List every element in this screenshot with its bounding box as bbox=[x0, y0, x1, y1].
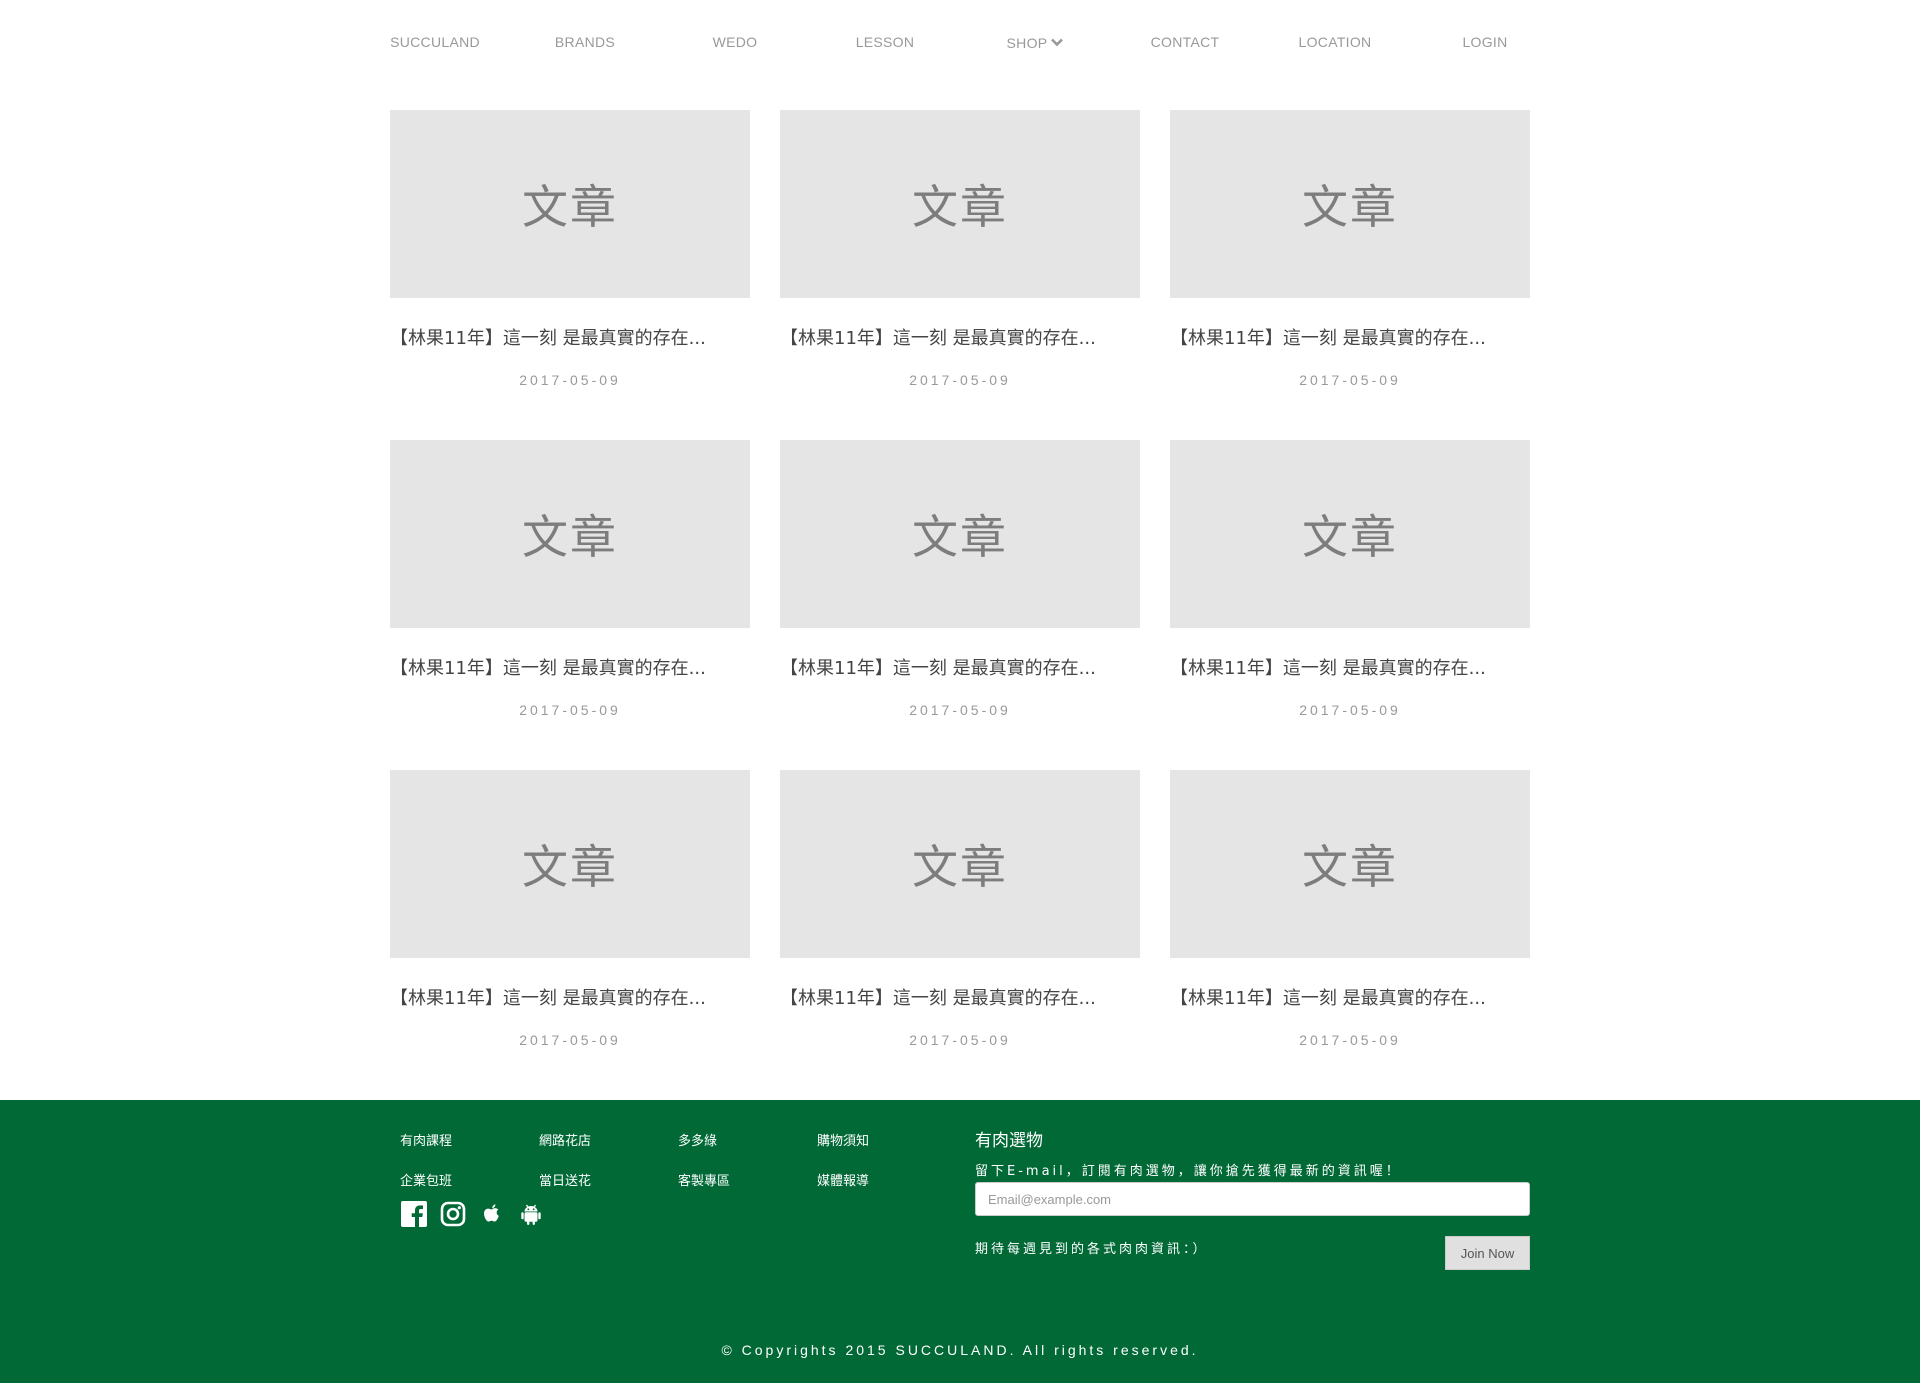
article-date: 2017-05-09 bbox=[519, 372, 621, 388]
article-title[interactable]: 【林果11年】這一刻 是最真實的存在... bbox=[390, 324, 750, 350]
thumbnail-label: 文章 bbox=[1302, 510, 1398, 564]
chevron-down-icon bbox=[1051, 34, 1064, 50]
thumbnail-label: 文章 bbox=[912, 510, 1008, 564]
article-card: 文章 【林果11年】這一刻 是最真實的存在... 2017-05-09 bbox=[780, 110, 1140, 388]
nav-label: BRANDS bbox=[554, 34, 616, 50]
article-thumbnail[interactable]: 文章 bbox=[780, 440, 1140, 628]
article-date: 2017-05-09 bbox=[519, 702, 621, 718]
article-thumbnail[interactable]: 文章 bbox=[1170, 770, 1530, 958]
article-title[interactable]: 【林果11年】這一刻 是最真實的存在... bbox=[780, 324, 1140, 350]
article-title[interactable]: 【林果11年】這一刻 是最真實的存在... bbox=[1170, 324, 1530, 350]
article-date: 2017-05-09 bbox=[519, 1032, 621, 1048]
nav-item-shop[interactable]: SHOP bbox=[960, 34, 1110, 51]
join-now-button[interactable]: Join Now bbox=[1445, 1236, 1530, 1270]
article-date: 2017-05-09 bbox=[1299, 702, 1401, 718]
nav-item-succuland[interactable]: SUCCULAND bbox=[360, 34, 510, 50]
instagram-icon[interactable] bbox=[439, 1200, 466, 1227]
footer-link-corporate-class[interactable]: 企業包班 bbox=[400, 1170, 452, 1189]
article-thumbnail[interactable]: 文章 bbox=[390, 110, 750, 298]
nav-label: SUCCULAND bbox=[390, 34, 480, 50]
article-date: 2017-05-09 bbox=[909, 1032, 1011, 1048]
email-input[interactable] bbox=[975, 1182, 1530, 1216]
nav-item-lesson[interactable]: LESSON bbox=[810, 34, 960, 50]
article-title[interactable]: 【林果11年】這一刻 是最真實的存在... bbox=[390, 654, 750, 680]
nav-item-brands[interactable]: BRANDS bbox=[510, 34, 660, 50]
footer-link-online-shop[interactable]: 網路花店 bbox=[539, 1130, 591, 1149]
footer-link-same-day-delivery[interactable]: 當日送花 bbox=[539, 1170, 591, 1189]
site-footer: 有肉課程 網路花店 多多綠 購物須知 企業包班 當日送花 客製專區 媒體報導 有… bbox=[0, 1100, 1920, 1383]
thumbnail-label: 文章 bbox=[912, 840, 1008, 894]
article-date: 2017-05-09 bbox=[1299, 1032, 1401, 1048]
thumbnail-label: 文章 bbox=[522, 180, 618, 234]
article-card: 文章 【林果11年】這一刻 是最真實的存在... 2017-05-09 bbox=[1170, 770, 1530, 1048]
footer-link-duoduolu[interactable]: 多多綠 bbox=[678, 1130, 717, 1149]
newsletter-note: 期待每週見到的各式肉肉資訊：） bbox=[975, 1242, 1209, 1257]
top-navigation: SUCCULAND BRANDS WEDO LESSON SHOP CONTAC… bbox=[0, 0, 1920, 90]
article-card: 文章 【林果11年】這一刻 是最真實的存在... 2017-05-09 bbox=[1170, 110, 1530, 388]
article-thumbnail[interactable]: 文章 bbox=[1170, 440, 1530, 628]
nav-label: LOCATION bbox=[1298, 34, 1372, 50]
newsletter-description: 留下E-mail，訂閱有肉選物，讓你搶先獲得最新的資訊喔！ bbox=[975, 1164, 1402, 1179]
footer-link-custom[interactable]: 客製專區 bbox=[678, 1170, 730, 1189]
thumbnail-label: 文章 bbox=[1302, 180, 1398, 234]
thumbnail-label: 文章 bbox=[912, 180, 1008, 234]
newsletter-title: 有肉選物 bbox=[975, 1131, 1043, 1151]
article-title[interactable]: 【林果11年】這一刻 是最真實的存在... bbox=[1170, 984, 1530, 1010]
article-title[interactable]: 【林果11年】這一刻 是最真實的存在... bbox=[1170, 654, 1530, 680]
nav-label: LOGIN bbox=[1462, 34, 1508, 50]
article-card: 文章 【林果11年】這一刻 是最真實的存在... 2017-05-09 bbox=[390, 440, 750, 718]
article-thumbnail[interactable]: 文章 bbox=[780, 770, 1140, 958]
article-thumbnail[interactable]: 文章 bbox=[1170, 110, 1530, 298]
article-card: 文章 【林果11年】這一刻 是最真實的存在... 2017-05-09 bbox=[1170, 440, 1530, 718]
thumbnail-label: 文章 bbox=[522, 510, 618, 564]
nav-label: CONTACT bbox=[1150, 34, 1220, 50]
article-card: 文章 【林果11年】這一刻 是最真實的存在... 2017-05-09 bbox=[390, 110, 750, 388]
article-card: 文章 【林果11年】這一刻 是最真實的存在... 2017-05-09 bbox=[780, 440, 1140, 718]
footer-link-courses[interactable]: 有肉課程 bbox=[400, 1130, 452, 1149]
article-title[interactable]: 【林果11年】這一刻 是最真實的存在... bbox=[780, 654, 1140, 680]
nav-label: SHOP bbox=[1006, 35, 1048, 51]
article-date: 2017-05-09 bbox=[909, 702, 1011, 718]
article-card: 文章 【林果11年】這一刻 是最真實的存在... 2017-05-09 bbox=[780, 770, 1140, 1048]
thumbnail-label: 文章 bbox=[522, 840, 618, 894]
nav-item-login[interactable]: LOGIN bbox=[1410, 34, 1560, 50]
social-links bbox=[400, 1200, 544, 1227]
article-date: 2017-05-09 bbox=[1299, 372, 1401, 388]
article-date: 2017-05-09 bbox=[909, 372, 1011, 388]
nav-label: LESSON bbox=[855, 34, 915, 50]
article-title[interactable]: 【林果11年】這一刻 是最真實的存在... bbox=[780, 984, 1140, 1010]
article-thumbnail[interactable]: 文章 bbox=[390, 770, 750, 958]
nav-item-contact[interactable]: CONTACT bbox=[1110, 34, 1260, 50]
copyright-text: © Copyrights 2015 SUCCULAND. All rights … bbox=[721, 1342, 1199, 1358]
thumbnail-label: 文章 bbox=[1302, 840, 1398, 894]
nav-label: WEDO bbox=[712, 34, 758, 50]
article-card: 文章 【林果11年】這一刻 是最真實的存在... 2017-05-09 bbox=[390, 770, 750, 1048]
footer-link-media[interactable]: 媒體報導 bbox=[817, 1170, 869, 1189]
article-thumbnail[interactable]: 文章 bbox=[780, 110, 1140, 298]
nav-item-wedo[interactable]: WEDO bbox=[660, 34, 810, 50]
facebook-icon[interactable] bbox=[400, 1200, 427, 1227]
article-thumbnail[interactable]: 文章 bbox=[390, 440, 750, 628]
android-icon[interactable] bbox=[517, 1200, 544, 1227]
footer-link-shopping-info[interactable]: 購物須知 bbox=[817, 1130, 869, 1149]
apple-icon[interactable] bbox=[478, 1200, 505, 1227]
nav-item-location[interactable]: LOCATION bbox=[1260, 34, 1410, 50]
article-title[interactable]: 【林果11年】這一刻 是最真實的存在... bbox=[390, 984, 750, 1010]
